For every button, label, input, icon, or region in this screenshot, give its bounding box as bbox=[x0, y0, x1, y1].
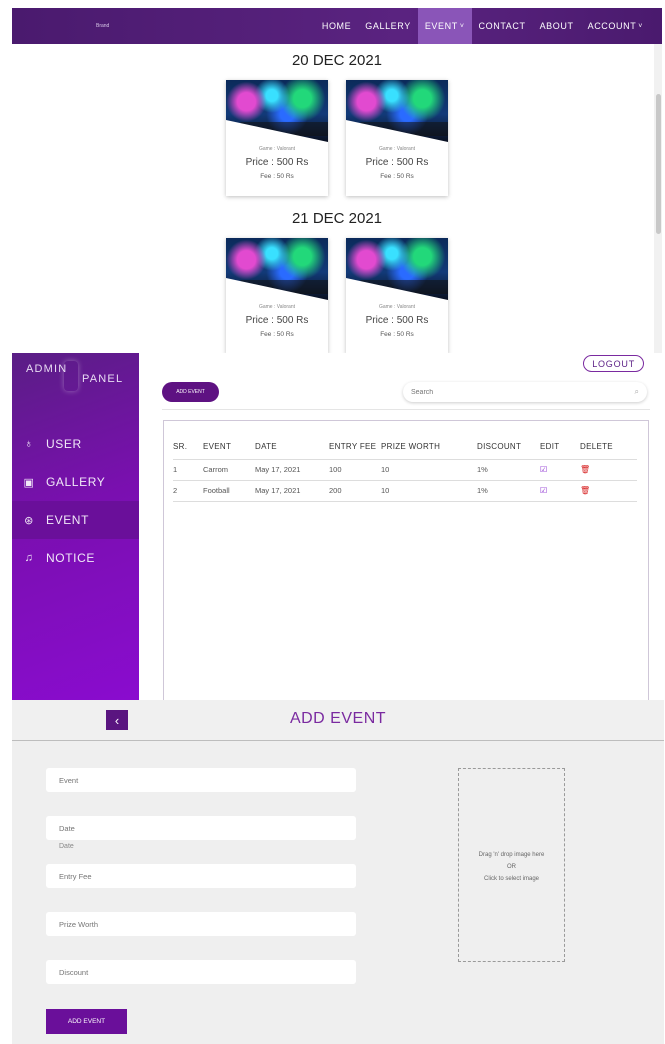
sidebar-item-event[interactable]: ⊛ EVENT bbox=[12, 501, 139, 539]
search-input[interactable] bbox=[411, 388, 635, 396]
nav-account[interactable]: ACCOUNT ˅ bbox=[581, 8, 650, 44]
column-header: DATE bbox=[255, 435, 329, 460]
admin-panel-logo: ADMIN PANEL bbox=[18, 359, 132, 399]
event-fee: Fee : 50 Rs bbox=[380, 331, 414, 338]
event-image bbox=[346, 238, 448, 300]
event-price: Price : 500 Rs bbox=[245, 157, 309, 168]
event-image bbox=[346, 80, 448, 142]
table-row: 1 Carrom May 17, 2021 100 10 1% ☑ 🗑 bbox=[173, 459, 637, 481]
event-fee: Fee : 50 Rs bbox=[380, 173, 414, 180]
logout-button[interactable]: LOGOUT bbox=[583, 355, 644, 372]
events-table: SR. EVENT DATE ENTRY FEE PRIZE WORTH DIS… bbox=[173, 435, 637, 502]
discount-input[interactable] bbox=[46, 960, 356, 984]
sidebar-item-label: EVENT bbox=[46, 513, 90, 527]
event-fee: Fee : 50 Rs bbox=[260, 331, 294, 338]
admin-main: LOGOUT ADD EVENT ⌕ SR. EVENT DATE ENTRY … bbox=[139, 353, 662, 700]
column-header: DELETE bbox=[580, 435, 637, 460]
admin-panel: ADMIN PANEL ♁ USER ▣ GALLERY ⊛ EVENT ♫ N… bbox=[12, 353, 662, 700]
admin-sidebar: ADMIN PANEL ♁ USER ▣ GALLERY ⊛ EVENT ♫ N… bbox=[12, 353, 139, 700]
column-header: PRIZE WORTH bbox=[381, 435, 477, 460]
submit-add-event-button[interactable]: ADD EVENT bbox=[46, 1009, 127, 1034]
events-table-container: SR. EVENT DATE ENTRY FEE PRIZE WORTH DIS… bbox=[163, 420, 649, 700]
event-price: Price : 500 Rs bbox=[365, 157, 429, 168]
search-box: ⌕ bbox=[403, 382, 647, 402]
trash-icon[interactable]: 🗑 bbox=[580, 486, 590, 495]
event-fee: Fee : 50 Rs bbox=[260, 173, 294, 180]
event-game: Game : Valorant bbox=[378, 304, 416, 310]
edit-icon[interactable]: ☑ bbox=[540, 486, 547, 495]
event-game: Game : Valorant bbox=[378, 146, 416, 152]
event-card[interactable]: Game : Valorant Price : 500 Rs Fee : 50 … bbox=[226, 80, 328, 196]
nav-about[interactable]: ABOUT bbox=[533, 8, 581, 44]
brand-logo[interactable]: Brand bbox=[96, 23, 109, 29]
search-icon[interactable]: ⌕ bbox=[635, 387, 639, 397]
date-label: Date bbox=[59, 843, 74, 850]
nav-event[interactable]: EVENT ˅ bbox=[417, 8, 472, 44]
page-scrollbar[interactable] bbox=[654, 44, 662, 353]
event-game: Game : Valorant bbox=[258, 304, 296, 310]
event-card[interactable]: Game : Valorant Price : 500 Rs Fee : 50 … bbox=[346, 238, 448, 353]
entry-fee-input[interactable] bbox=[46, 864, 356, 888]
sidebar-item-label: USER bbox=[46, 437, 82, 451]
event-date-heading: 21 DEC 2021 bbox=[291, 210, 383, 227]
sidebar-item-gallery[interactable]: ▣ GALLERY bbox=[12, 463, 139, 501]
chevron-down-icon: ˅ bbox=[638, 22, 643, 30]
bell-icon: ♫ bbox=[24, 552, 34, 564]
sidebar-item-user[interactable]: ♁ USER bbox=[12, 425, 139, 463]
trash-icon[interactable]: 🗑 bbox=[580, 465, 590, 474]
event-price: Price : 500 Rs bbox=[365, 315, 429, 326]
admin-menu: ♁ USER ▣ GALLERY ⊛ EVENT ♫ NOTICE bbox=[12, 425, 139, 577]
image-dropzone[interactable]: Drag 'n' drop image here OR Click to sel… bbox=[458, 768, 565, 962]
event-card-row: Game : Valorant Price : 500 Rs Fee : 50 … bbox=[12, 238, 662, 353]
nav-home[interactable]: HOME bbox=[315, 8, 358, 44]
prize-worth-input[interactable] bbox=[46, 912, 356, 936]
table-row: 2 Football May 17, 2021 200 10 1% ☑ 🗑 bbox=[173, 480, 637, 502]
column-header: EVENT bbox=[203, 435, 255, 460]
nav-gallery[interactable]: GALLERY bbox=[358, 8, 418, 44]
event-game: Game : Valorant bbox=[258, 146, 296, 152]
sidebar-item-label: NOTICE bbox=[46, 551, 95, 565]
event-card[interactable]: Game : Valorant Price : 500 Rs Fee : 50 … bbox=[346, 80, 448, 196]
add-event-button[interactable]: ADD EVENT bbox=[162, 382, 219, 402]
column-header: SR. bbox=[173, 435, 203, 460]
gallery-icon: ▣ bbox=[23, 476, 35, 489]
event-image bbox=[226, 238, 328, 300]
event-price: Price : 500 Rs bbox=[245, 315, 309, 326]
column-header: ENTRY FEE bbox=[329, 435, 381, 460]
event-card[interactable]: Game : Valorant Price : 500 Rs Fee : 50 … bbox=[226, 238, 328, 353]
top-navbar: Brand HOME GALLERY EVENT ˅ CONTACT ABOUT … bbox=[12, 8, 662, 44]
table-header-row: SR. EVENT DATE ENTRY FEE PRIZE WORTH DIS… bbox=[173, 435, 637, 460]
event-card-row: Game : Valorant Price : 500 Rs Fee : 50 … bbox=[12, 80, 662, 196]
chevron-left-icon: ‹ bbox=[114, 712, 120, 728]
back-button[interactable]: ‹ bbox=[106, 710, 128, 730]
add-event-form-page: ADD EVENT ‹ Date Drag 'n' drop image her… bbox=[12, 700, 664, 1044]
form-header: ADD EVENT ‹ bbox=[12, 700, 664, 741]
users-icon: ♁ bbox=[24, 438, 34, 450]
event-image bbox=[226, 80, 328, 142]
date-input[interactable] bbox=[46, 816, 356, 840]
event-icon: ⊛ bbox=[24, 514, 34, 527]
chevron-down-icon: ˅ bbox=[459, 22, 465, 30]
nav-contact[interactable]: CONTACT bbox=[472, 8, 533, 44]
event-date-heading: 20 DEC 2021 bbox=[291, 52, 383, 69]
event-input[interactable] bbox=[46, 768, 356, 792]
edit-icon[interactable]: ☑ bbox=[540, 465, 547, 474]
divider bbox=[162, 409, 650, 410]
scrollbar-thumb[interactable] bbox=[656, 94, 661, 234]
column-header: DISCOUNT bbox=[477, 435, 540, 460]
events-page: Brand HOME GALLERY EVENT ˅ CONTACT ABOUT … bbox=[12, 8, 662, 353]
sidebar-item-label: GALLERY bbox=[46, 475, 106, 489]
column-header: EDIT bbox=[540, 435, 580, 460]
sidebar-item-notice[interactable]: ♫ NOTICE bbox=[12, 539, 139, 577]
